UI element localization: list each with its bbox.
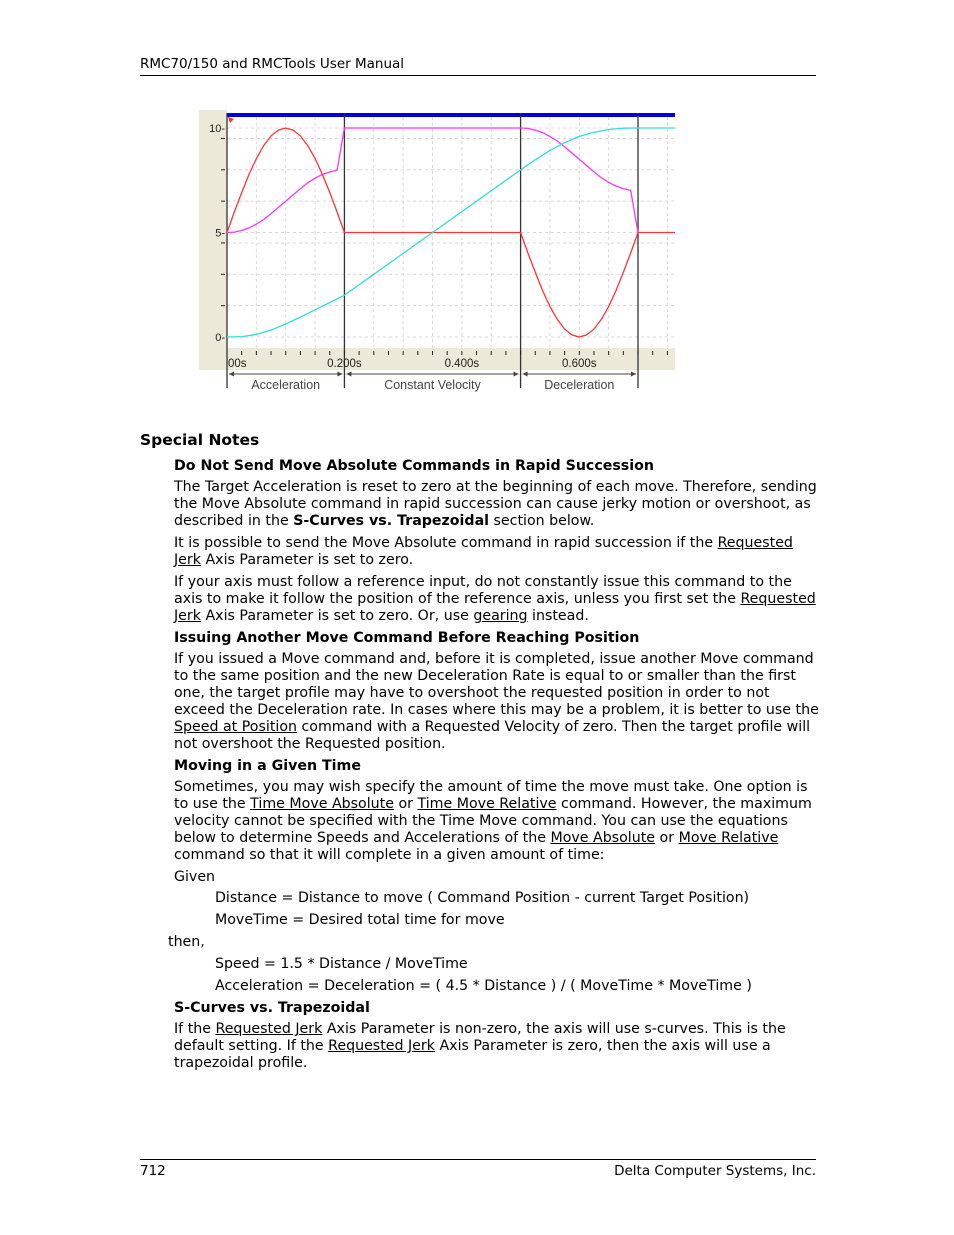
paragraph: If the Requested Jerk Axis Parameter is …	[174, 1021, 820, 1072]
text: instead.	[527, 608, 589, 624]
given-label: Given	[174, 869, 216, 885]
page-number: 712	[140, 1163, 166, 1179]
text: If the	[174, 1021, 216, 1037]
equation-speed: Speed = 1.5 * Distance / MoveTime	[215, 956, 468, 972]
equation-acceleration: Acceleration = Deceleration = ( 4.5 * Di…	[215, 978, 752, 994]
requested-jerk-link[interactable]: Requested Jerk	[215, 1021, 322, 1037]
y-tick-label: 10-	[209, 123, 225, 135]
y-tick-label: 5-	[215, 228, 225, 240]
x-tick-label: 0.400s	[445, 358, 480, 370]
text: If you issued a Move command and, before…	[174, 651, 819, 718]
x-tick-label: 0.200s	[327, 358, 362, 370]
paragraph: Sometimes, you may wish specify the amou…	[174, 779, 820, 864]
text: or	[393, 796, 418, 812]
x-tick-label: 0.600s	[562, 358, 597, 370]
paragraph: The Target Acceleration is reset to zero…	[174, 479, 820, 530]
text: command so that it will complete in a gi…	[174, 847, 605, 863]
company-name: Delta Computer Systems, Inc.	[614, 1163, 816, 1179]
note-heading: Issuing Another Move Command Before Reac…	[174, 630, 640, 646]
text: Axis Parameter is set to zero. Or, use	[200, 608, 474, 624]
chart-svg: 0- 5- 10- 00s 0.200s 0.400s 0.600s Accelerati…	[199, 110, 675, 400]
speed-at-position-link[interactable]: Speed at Position	[174, 719, 297, 735]
equation-movetime: MoveTime = Desired total time for move	[215, 912, 505, 928]
gearing-link[interactable]: gearing	[473, 608, 527, 624]
time-move-relative-link[interactable]: Time Move Relative	[418, 796, 557, 812]
note-heading: Moving in a Given Time	[174, 758, 361, 774]
x-axis-panel	[199, 348, 675, 370]
special-notes-section: Special Notes Do Not Send Move Absolute …	[140, 432, 820, 1077]
time-move-absolute-link[interactable]: Time Move Absolute	[250, 796, 394, 812]
top-bar	[227, 113, 675, 117]
then-label: then,	[168, 934, 205, 950]
text: If your axis must follow a reference inp…	[174, 574, 792, 607]
phase-label: Deceleration	[544, 378, 614, 392]
text: It is possible to send the Move Absolute…	[174, 535, 718, 551]
y-tick-label: 0-	[215, 332, 225, 344]
text: section below.	[489, 513, 595, 529]
note-heading: Do Not Send Move Absolute Commands in Ra…	[174, 458, 654, 474]
move-relative-link[interactable]: Move Relative	[679, 830, 779, 846]
requested-jerk-link[interactable]: Requested Jerk	[328, 1038, 435, 1054]
paragraph: If your axis must follow a reference inp…	[174, 574, 820, 625]
paragraph: If you issued a Move command and, before…	[174, 651, 820, 753]
equation-distance: Distance = Distance to move ( Command Po…	[215, 890, 750, 906]
text: or	[655, 830, 679, 846]
paragraph: It is possible to send the Move Absolute…	[174, 535, 820, 569]
page-header: RMC70/150 and RMCTools User Manual	[140, 56, 816, 76]
note-heading: S-Curves vs. Trapezoidal	[174, 1000, 370, 1016]
move-absolute-link[interactable]: Move Absolute	[550, 830, 655, 846]
manual-title: RMC70/150 and RMCTools User Manual	[140, 56, 405, 72]
y-axis-panel	[199, 110, 227, 370]
text: Axis Parameter is set to zero.	[200, 552, 414, 568]
phase-label: Acceleration	[251, 378, 320, 392]
phase-label: Constant Velocity	[384, 378, 481, 392]
motion-profile-chart: 0- 5- 10- 00s 0.200s 0.400s 0.600s Accelerati…	[199, 110, 675, 400]
page-footer: 712 Delta Computer Systems, Inc.	[140, 1159, 816, 1179]
section-title: Special Notes	[140, 431, 260, 449]
x-tick-label: 00s	[228, 358, 247, 370]
bold-reference: S-Curves vs. Trapezoidal	[293, 513, 490, 529]
note-rapid-succession: Do Not Send Move Absolute Commands in Ra…	[168, 458, 820, 1072]
